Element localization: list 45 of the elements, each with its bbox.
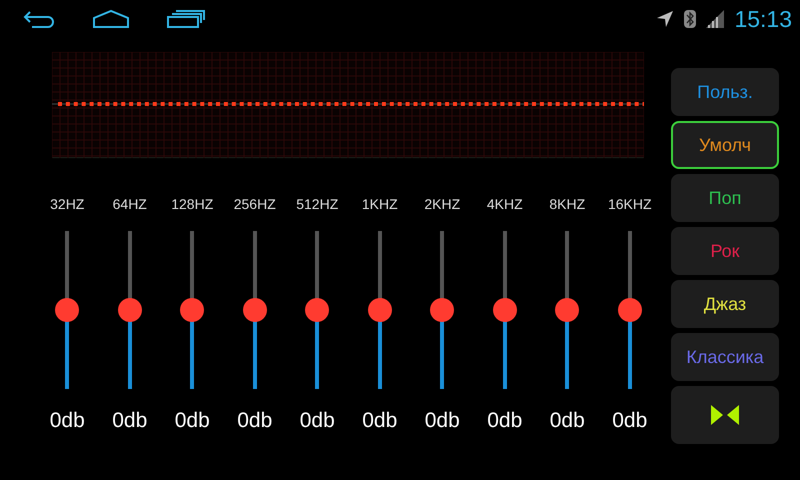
preset-button[interactable]: Классика bbox=[671, 333, 779, 381]
gain-reading: 0db bbox=[550, 409, 585, 433]
preset-button[interactable]: Польз. bbox=[671, 68, 779, 116]
balance-button[interactable] bbox=[671, 386, 779, 444]
signal-icon bbox=[706, 10, 724, 28]
bowtie-icon bbox=[711, 405, 739, 425]
frequency-label: 128HZ bbox=[171, 196, 214, 214]
home-icon[interactable] bbox=[92, 9, 130, 29]
location-icon bbox=[656, 10, 674, 28]
gain-reading: 0db bbox=[50, 409, 85, 433]
gain-reading: 0db bbox=[612, 409, 648, 433]
slider-thumb[interactable] bbox=[430, 298, 454, 322]
slider-thumb[interactable] bbox=[555, 298, 580, 322]
slider-thumb[interactable] bbox=[492, 298, 517, 322]
slider-thumb[interactable] bbox=[118, 298, 142, 322]
frequency-label: 8KHZ bbox=[549, 196, 586, 214]
slider-thumb[interactable] bbox=[368, 298, 392, 322]
frequency-label: 2KHZ bbox=[424, 196, 460, 214]
clock-time: 15:13 bbox=[734, 6, 792, 32]
preset-button[interactable]: Поп bbox=[671, 174, 779, 222]
preset-button[interactable]: Рок bbox=[671, 227, 779, 275]
back-icon[interactable] bbox=[22, 9, 56, 29]
frequency-label: 32HZ bbox=[50, 196, 84, 214]
preset-button[interactable]: Умолч bbox=[671, 121, 779, 169]
gain-reading: 0db bbox=[362, 409, 398, 433]
gain-reading: 0db bbox=[237, 409, 272, 433]
frequency-label: 1KHZ bbox=[362, 196, 398, 214]
preset-button[interactable]: Джаз bbox=[671, 280, 779, 328]
slider-thumb[interactable] bbox=[242, 298, 267, 322]
frequency-label: 256HZ bbox=[234, 196, 276, 214]
recent-apps-icon[interactable] bbox=[166, 9, 206, 29]
slider-thumb[interactable] bbox=[618, 298, 642, 322]
slider-thumb[interactable] bbox=[180, 298, 204, 322]
slider-thumb[interactable] bbox=[305, 298, 330, 322]
frequency-label: 64HZ bbox=[112, 196, 147, 214]
gain-reading: 0db bbox=[112, 409, 148, 433]
gain-reading: 0db bbox=[487, 409, 522, 433]
bluetooth-icon bbox=[684, 10, 696, 28]
frequency-label: 16KHZ bbox=[608, 196, 652, 214]
slider-thumb[interactable] bbox=[55, 298, 80, 322]
gain-reading: 0db bbox=[424, 409, 460, 433]
frequency-label: 4KHZ bbox=[486, 196, 523, 214]
gain-reading: 0db bbox=[174, 409, 210, 433]
gain-reading: 0db bbox=[300, 409, 335, 433]
frequency-label: 512HZ bbox=[296, 196, 338, 214]
